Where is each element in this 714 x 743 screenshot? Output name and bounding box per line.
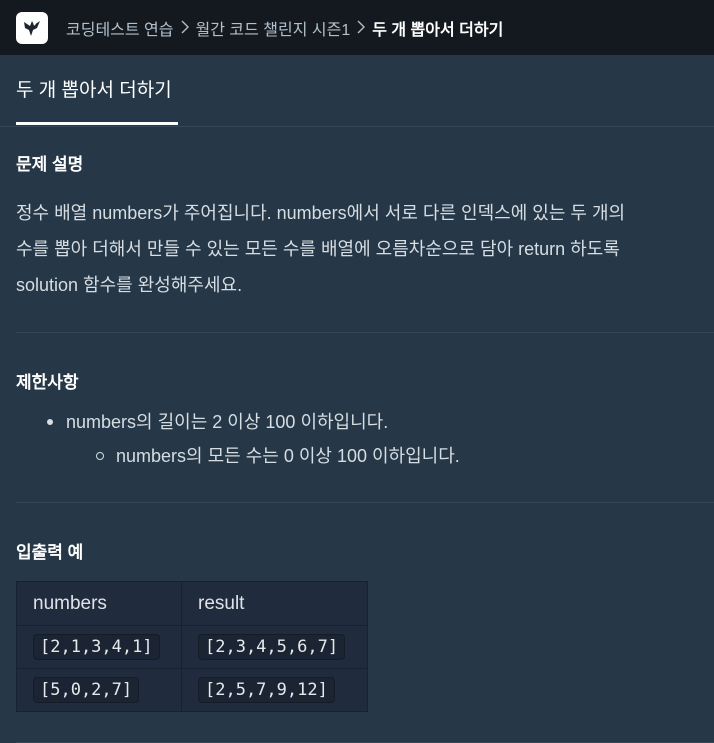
description-title: 문제 설명 — [16, 155, 84, 174]
code-value: [2,5,7,9,12] — [198, 677, 335, 703]
column-header-numbers: numbers — [16, 581, 182, 626]
constraint-subitem: numbers의 모든 수는 0 이상 100 이하입니다. — [16, 443, 714, 469]
chevron-right-icon — [174, 20, 196, 36]
tab-bar: 두 개 뽑아서 더하기 — [0, 55, 714, 127]
problem-content: 문제 설명 정수 배열 numbers가 주어집니다. numbers에서 서로… — [16, 127, 714, 743]
constraint-item: numbers의 길이는 2 이상 100 이하입니다. — [16, 409, 714, 443]
description-line: solution 함수를 완성해주세요. — [16, 275, 243, 295]
constraint-text: numbers의 모든 수는 0 이상 100 이하입니다. — [116, 446, 460, 466]
table-row: [2,1,3,4,1] [2,3,4,5,6,7] — [16, 625, 368, 669]
description-line: 수를 뽑아 더해서 만들 수 있는 모든 수를 배열에 오름차순으로 담아 re… — [16, 239, 620, 259]
constraint-text: numbers의 길이는 2 이상 100 이하입니다. — [66, 412, 389, 432]
bullet-circle-icon — [96, 452, 104, 460]
code-value: [2,3,4,5,6,7] — [198, 634, 346, 660]
constraints-title: 제한사항 — [16, 373, 79, 392]
table-cell: [5,0,2,7] — [16, 668, 182, 712]
breadcrumb-item-coding-test[interactable]: 코딩테스트 연습 — [66, 16, 174, 40]
table-cell: [2,3,4,5,6,7] — [181, 625, 368, 669]
table-cell: [2,5,7,9,12] — [181, 668, 368, 712]
breadcrumb-current: 두 개 뽑아서 더하기 — [372, 21, 504, 39]
examples-title: 입출력 예 — [16, 543, 84, 562]
description-text: 정수 배열 numbers가 주어집니다. numbers에서 서로 다른 인덱… — [16, 195, 714, 303]
table-row: [5,0,2,7] [2,5,7,9,12] — [16, 668, 368, 712]
top-navigation-bar: 코딩테스트 연습 월간 코드 챌린지 시즌1 두 개 뽑아서 더하기 — [0, 0, 714, 55]
chevron-right-icon — [350, 20, 372, 36]
table-header-row: numbers result — [16, 581, 368, 626]
examples-table: numbers result [2,1,3,4,1] [2,3,4,5,6,7]… — [16, 581, 368, 712]
tab-active-indicator — [16, 122, 178, 125]
code-value: [5,0,2,7] — [33, 677, 140, 703]
constraints-list: numbers의 길이는 2 이상 100 이하입니다. numbers의 모든… — [16, 409, 714, 469]
column-header-result: result — [181, 581, 368, 626]
logo-icon[interactable] — [16, 11, 48, 44]
tab-problem[interactable]: 두 개 뽑아서 더하기 — [16, 55, 178, 126]
bullet-dot-icon — [47, 419, 53, 425]
table-cell: [2,1,3,4,1] — [16, 625, 182, 669]
description-line: 정수 배열 numbers가 주어집니다. numbers에서 서로 다른 인덱… — [16, 203, 626, 223]
breadcrumb-item-challenge[interactable]: 월간 코드 챌린지 시즌1 — [196, 16, 351, 40]
code-value: [2,1,3,4,1] — [33, 634, 160, 660]
